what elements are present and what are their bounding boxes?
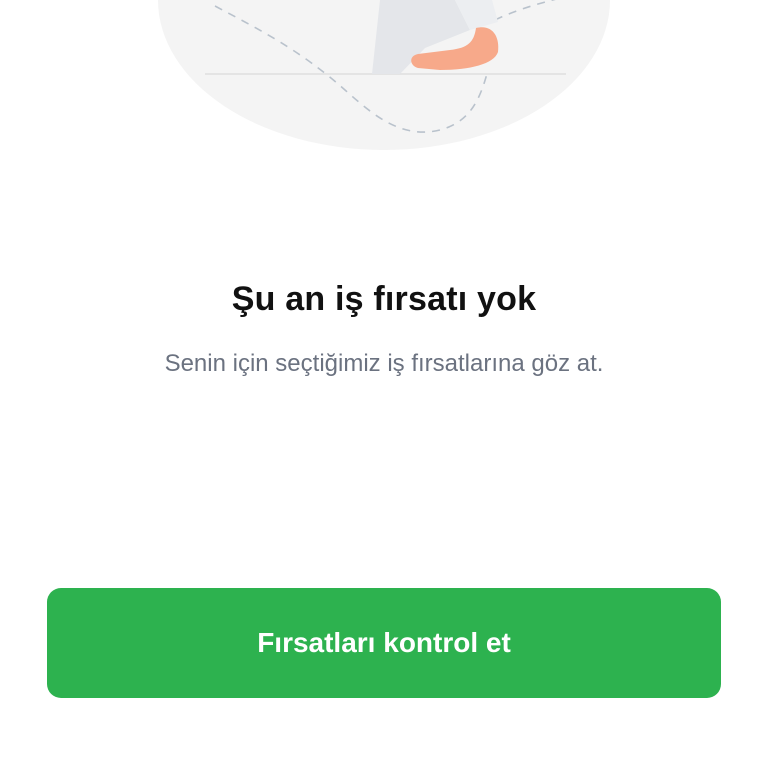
- empty-state-subtitle: Senin için seçtiğimiz iş fırsatlarına gö…: [164, 350, 604, 377]
- empty-state-illustration: [0, 0, 768, 160]
- check-opportunities-button[interactable]: Fırsatları kontrol et: [47, 588, 721, 698]
- empty-state-title: Şu an iş fırsatı yok: [231, 280, 537, 318]
- check-opportunities-button-label: Fırsatları kontrol et: [257, 627, 511, 658]
